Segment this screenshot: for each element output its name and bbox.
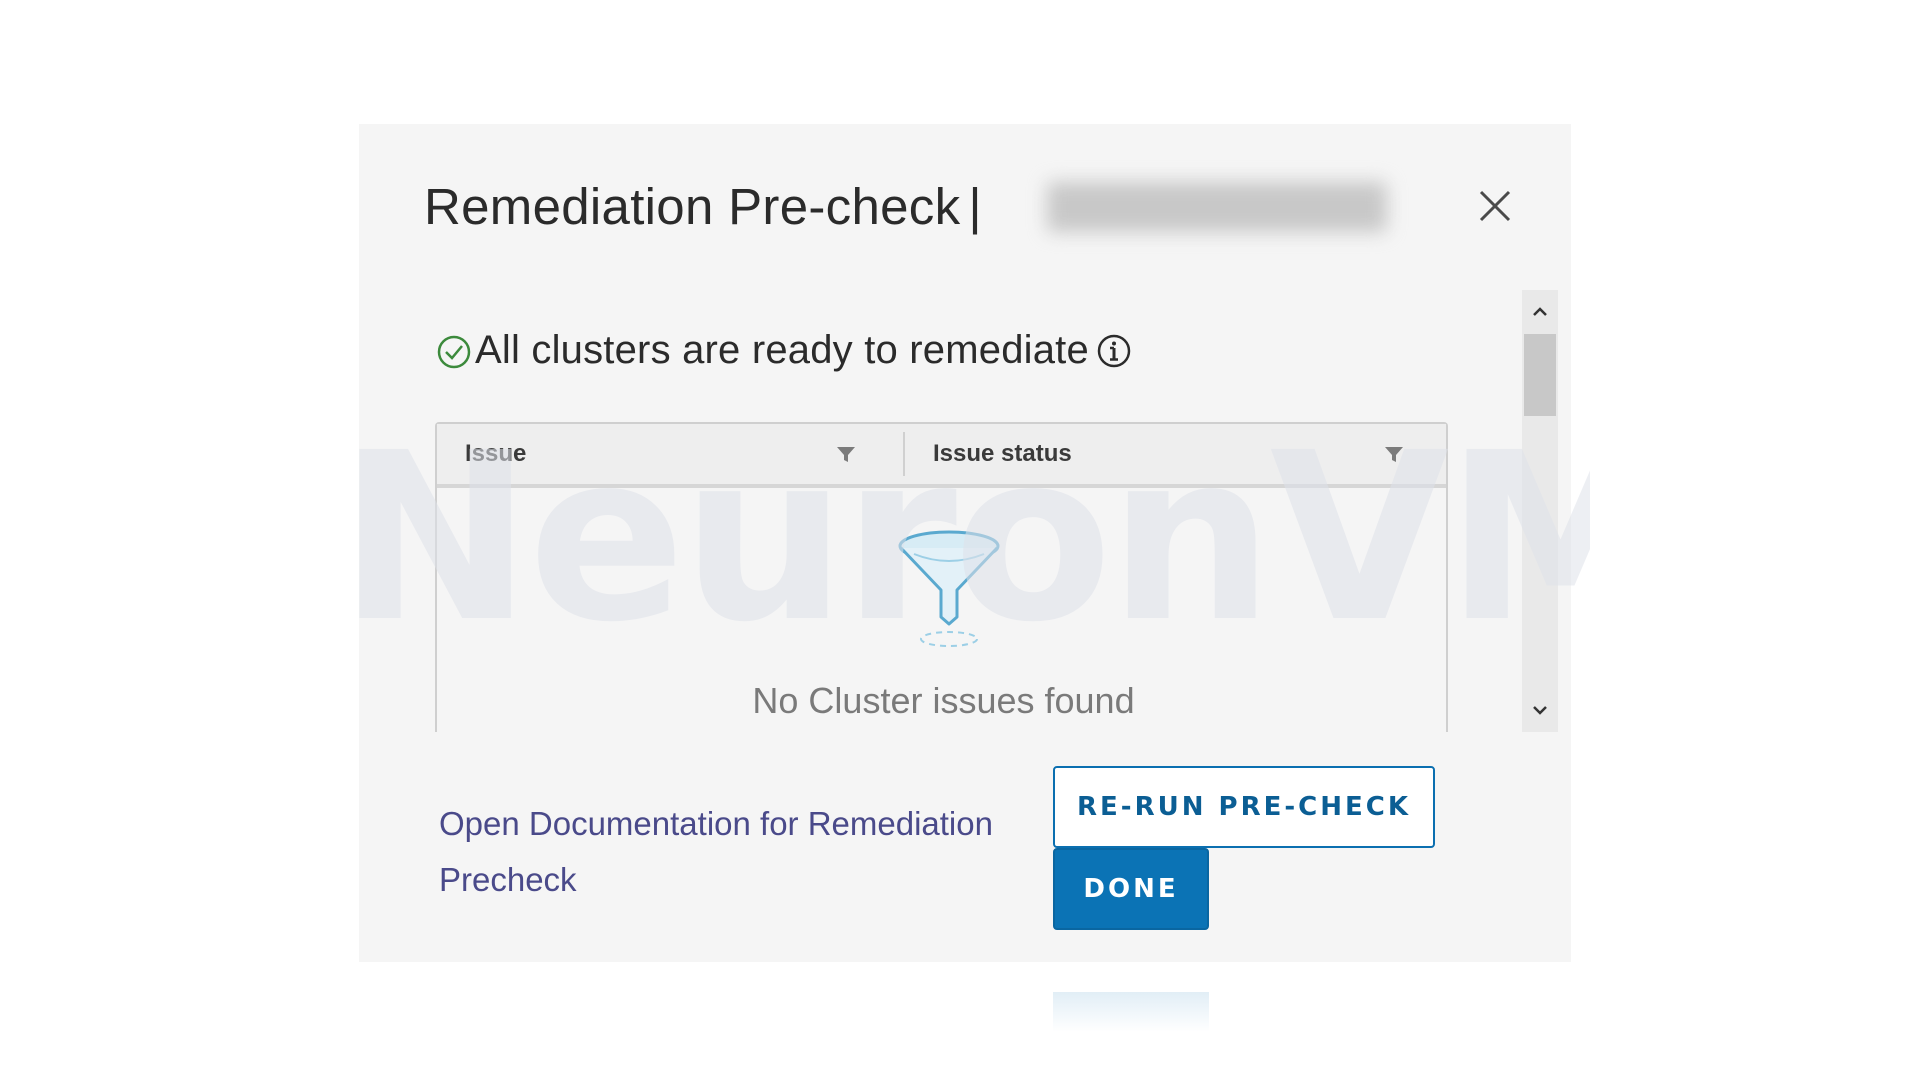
filter-icon[interactable]	[1383, 444, 1405, 466]
grid-header: Issue Issue status	[437, 424, 1446, 488]
title-separator: |	[968, 178, 982, 235]
empty-filter-funnel-icon	[894, 524, 1004, 654]
remediation-precheck-dialog: Remediation Pre-check | All clusters are …	[359, 124, 1571, 962]
status-message: All clusters are ready to remediate	[475, 328, 1089, 372]
check-circle-icon	[435, 332, 473, 370]
column-header-label: Issue status	[933, 440, 1072, 467]
rerun-precheck-button[interactable]: RE-RUN PRE-CHECK	[1053, 766, 1435, 848]
dialog-title-text: Remediation Pre-check	[424, 178, 961, 235]
info-circle-icon[interactable]	[1095, 332, 1133, 370]
filter-icon[interactable]	[835, 444, 857, 466]
chevron-down-icon	[1533, 706, 1547, 715]
dialog-title: Remediation Pre-check |	[424, 177, 996, 236]
page: Remediation Pre-check | All clusters are …	[0, 0, 1920, 1080]
dialog-content: All clusters are ready to remediate Issu…	[435, 290, 1450, 732]
close-button[interactable]	[1473, 184, 1517, 228]
column-header-label: Issue	[465, 440, 527, 467]
column-header-issue[interactable]: Issue	[437, 424, 903, 484]
documentation-link[interactable]: Open Documentation for Remediation Prech…	[439, 796, 1019, 908]
scroll-down-button[interactable]	[1522, 692, 1558, 728]
issues-grid: Issue Issue status No Cluster issues fou…	[435, 422, 1448, 732]
status-line: All clusters are ready to remediate	[435, 328, 1133, 373]
done-button-reflection	[1053, 992, 1209, 1032]
scroll-up-button[interactable]	[1522, 294, 1558, 330]
empty-state-message: No Cluster issues found	[752, 680, 1135, 721]
done-button[interactable]: DONE	[1053, 848, 1209, 930]
column-header-issue-status[interactable]: Issue status	[905, 424, 1446, 484]
chevron-up-icon	[1533, 307, 1547, 316]
close-icon	[1479, 190, 1511, 222]
content-scrollbar[interactable]	[1522, 290, 1558, 732]
blurred-host-address	[1047, 182, 1387, 232]
scroll-thumb[interactable]	[1524, 334, 1556, 416]
